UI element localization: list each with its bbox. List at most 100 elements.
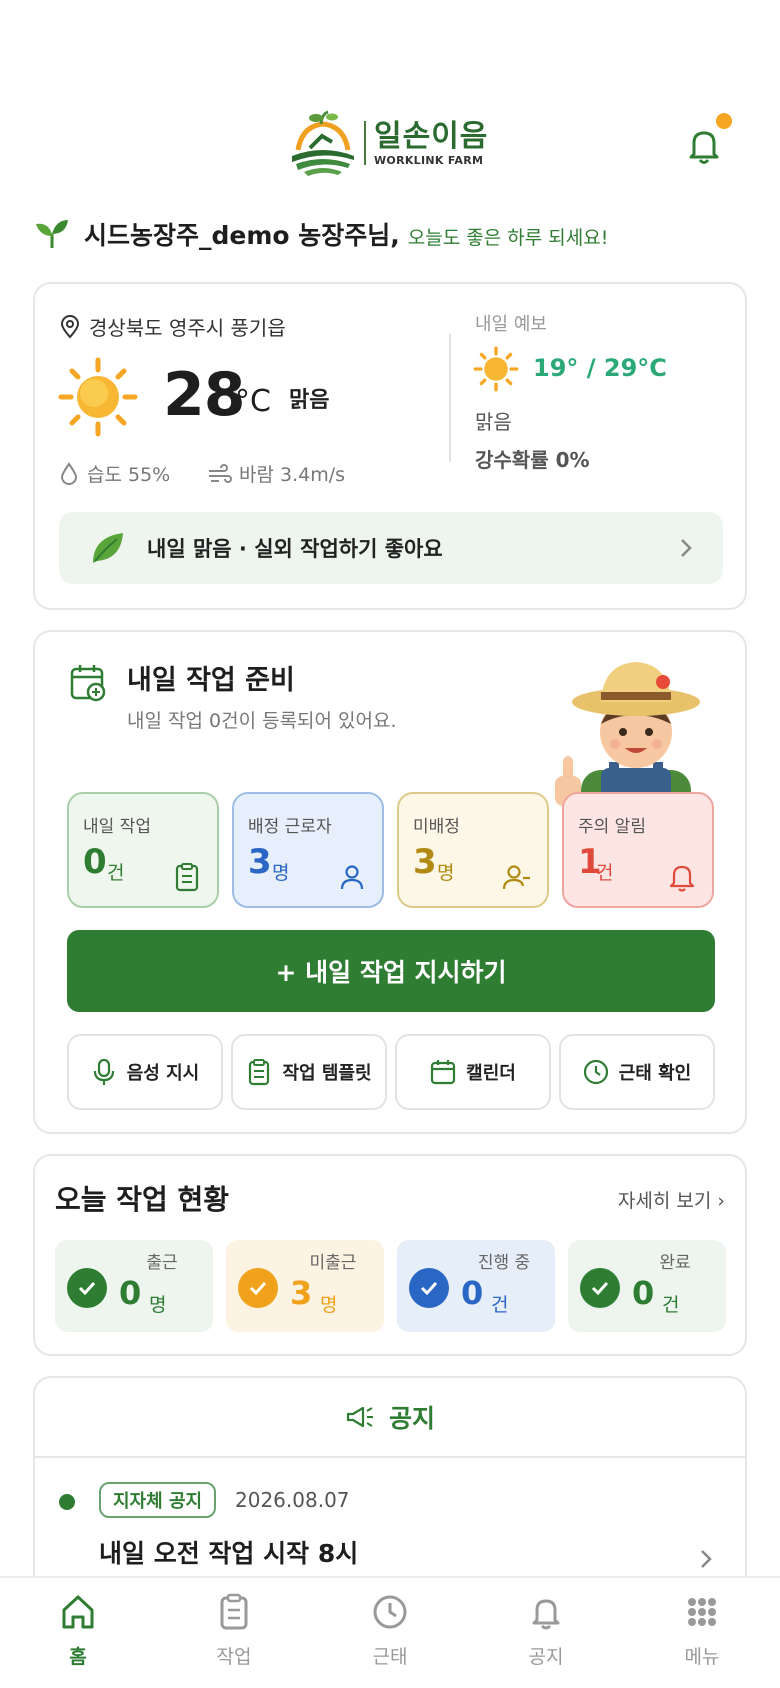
temperature-unit: °C bbox=[235, 384, 271, 419]
chevron-right-icon[interactable] bbox=[699, 1548, 713, 1570]
greeting-message: 오늘도 좋은 하루 되세요! bbox=[407, 227, 609, 249]
unread-dot bbox=[59, 1494, 75, 1510]
person-minus-icon bbox=[503, 865, 530, 890]
stat-unit: 건 bbox=[107, 862, 125, 884]
notice-title: 공지 bbox=[388, 1404, 435, 1433]
brand-name-en: WORKLINK FARM bbox=[374, 153, 484, 167]
tab-label: 근태 bbox=[372, 1646, 408, 1668]
calendar-icon bbox=[431, 1060, 456, 1085]
tomorrow-prep-card: 내일 작업 준비 내일 작업 0건이 등록되어 있어요. 내일 작업 0 건 배… bbox=[33, 630, 747, 1134]
chevron-right-icon bbox=[681, 539, 692, 557]
logo-divider bbox=[364, 121, 366, 165]
weather-tip-banner[interactable]: 내일 맑음 · 실외 작업하기 좋아요 bbox=[59, 512, 723, 584]
stat-unit: 건 bbox=[596, 862, 614, 884]
quick-action-label: 캘린더 bbox=[466, 1063, 516, 1084]
check-circle-icon bbox=[409, 1268, 449, 1308]
clipboard-icon bbox=[175, 863, 199, 892]
tomorrow-rain-chance: 강수확률 0% bbox=[475, 448, 590, 472]
tomorrow-forecast-label: 내일 예보 bbox=[475, 314, 547, 335]
wind: 바람 3.4m/s bbox=[207, 460, 345, 487]
stat-label: 배정 근로자 bbox=[248, 817, 332, 837]
status-label: 완료 bbox=[659, 1253, 691, 1273]
sun-icon bbox=[58, 357, 138, 437]
tomorrow-sun-icon bbox=[473, 346, 519, 392]
stat-unit: 명 bbox=[437, 862, 455, 884]
location-text: 경상북도 영주시 풍기읍 bbox=[89, 316, 286, 340]
current-temperature: 28 bbox=[163, 360, 245, 430]
leaf-icon bbox=[93, 533, 123, 563]
status-unit: 명 bbox=[320, 1294, 338, 1316]
clock-icon bbox=[583, 1059, 608, 1085]
voice-command-button[interactable]: 음성 지시 bbox=[67, 1034, 223, 1110]
stat-label: 내일 작업 bbox=[83, 817, 151, 837]
tab-home[interactable]: 홈 bbox=[18, 1592, 138, 1682]
location-pin-icon bbox=[60, 314, 80, 339]
megaphone-icon bbox=[346, 1406, 373, 1428]
quick-action-label: 근태 확인 bbox=[618, 1063, 692, 1084]
tomorrow-condition: 맑음 bbox=[475, 410, 512, 434]
tab-label: 홈 bbox=[69, 1646, 87, 1668]
check-circle-icon bbox=[238, 1268, 278, 1308]
notice-date: 2026.08.07 bbox=[235, 1488, 350, 1512]
tomorrow-temperature: 19° / 29°C bbox=[533, 354, 667, 382]
calendar-add-icon bbox=[70, 665, 106, 702]
view-more-link[interactable]: 자세히 보기 › bbox=[618, 1186, 725, 1213]
wind-icon bbox=[209, 463, 232, 483]
status-unit: 건 bbox=[662, 1294, 680, 1316]
home-icon bbox=[62, 1595, 94, 1629]
notice-headline[interactable]: 내일 오전 작업 시작 8시 bbox=[99, 1534, 358, 1570]
current-condition: 맑음 bbox=[289, 388, 330, 413]
today-status-card: 오늘 작업 현황 자세히 보기 › 출근 0 명 미출근 3 명 진행 중 0 … bbox=[33, 1154, 747, 1356]
clock-icon bbox=[373, 1595, 407, 1629]
status-label: 출근 bbox=[146, 1253, 178, 1273]
prep-title: 내일 작업 준비 bbox=[127, 665, 295, 696]
greeting: 시드농장주_demo 농장주님, 오늘도 좋은 하루 되세요! bbox=[34, 216, 608, 252]
stat-alerts[interactable]: 주의 알림 1 건 bbox=[562, 792, 714, 908]
stat-value: 3 bbox=[413, 842, 437, 882]
status-completed[interactable]: 완료 0 건 bbox=[568, 1240, 726, 1332]
humidity-text: 습도 55% bbox=[87, 464, 171, 486]
stat-tomorrow-tasks[interactable]: 내일 작업 0 건 bbox=[67, 792, 219, 908]
today-status-title: 오늘 작업 현황 bbox=[55, 1183, 230, 1216]
brand-name-ko: 일손이음 bbox=[374, 118, 489, 154]
microphone-icon bbox=[93, 1058, 114, 1085]
weather-location[interactable]: 경상북도 영주시 풍기읍 bbox=[59, 312, 286, 341]
tab-menu[interactable]: 메뉴 bbox=[642, 1592, 762, 1682]
check-circle-icon bbox=[67, 1268, 107, 1308]
sprout-icon bbox=[36, 220, 68, 248]
logo-farm-icon bbox=[292, 110, 354, 176]
status-value: 0 bbox=[632, 1274, 655, 1312]
quick-action-label: 음성 지시 bbox=[126, 1063, 200, 1084]
status-in-progress[interactable]: 진행 중 0 건 bbox=[397, 1240, 555, 1332]
stat-unassigned[interactable]: 미배정 3 명 bbox=[397, 792, 549, 908]
stat-unit: 명 bbox=[272, 862, 290, 884]
check-circle-icon bbox=[580, 1268, 620, 1308]
brand-logo[interactable]: 일손이음 WORKLINK FARM bbox=[288, 110, 498, 176]
notice-header[interactable]: 공지 bbox=[35, 1378, 745, 1458]
humidity: 습도 55% bbox=[59, 460, 170, 487]
stat-assigned-workers[interactable]: 배정 근로자 3 명 bbox=[232, 792, 384, 908]
status-value: 3 bbox=[290, 1274, 313, 1312]
status-value: 0 bbox=[461, 1274, 484, 1312]
notification-badge-dot bbox=[716, 113, 732, 129]
stat-label: 주의 알림 bbox=[578, 817, 646, 837]
bottom-tab-bar: 홈 작업 근태 공지 메뉴 bbox=[0, 1576, 780, 1688]
status-not-checked-in[interactable]: 미출근 3 명 bbox=[226, 1240, 384, 1332]
notice-category-badge: 지자체 공지 bbox=[99, 1482, 217, 1518]
calendar-button[interactable]: 캘린더 bbox=[395, 1034, 551, 1110]
prep-subtitle: 내일 작업 0건이 등록되어 있어요. bbox=[127, 710, 397, 732]
stat-value: 3 bbox=[248, 842, 272, 882]
status-label: 진행 중 bbox=[477, 1253, 531, 1273]
notification-bell-icon[interactable] bbox=[686, 126, 722, 166]
attendance-check-button[interactable]: 근태 확인 bbox=[559, 1034, 715, 1110]
status-unit: 명 bbox=[149, 1294, 167, 1316]
tab-attendance[interactable]: 근태 bbox=[330, 1592, 450, 1682]
task-template-button[interactable]: 작업 템플릿 bbox=[231, 1034, 387, 1110]
tab-tasks[interactable]: 작업 bbox=[174, 1592, 294, 1682]
tab-notices[interactable]: 공지 bbox=[486, 1592, 606, 1682]
stat-label: 미배정 bbox=[413, 817, 460, 837]
stat-value: 0 bbox=[83, 842, 107, 882]
status-checked-in[interactable]: 출근 0 명 bbox=[55, 1240, 213, 1332]
quick-action-label: 작업 템플릿 bbox=[282, 1063, 372, 1084]
create-task-button[interactable]: + 내일 작업 지시하기 bbox=[67, 930, 715, 1012]
